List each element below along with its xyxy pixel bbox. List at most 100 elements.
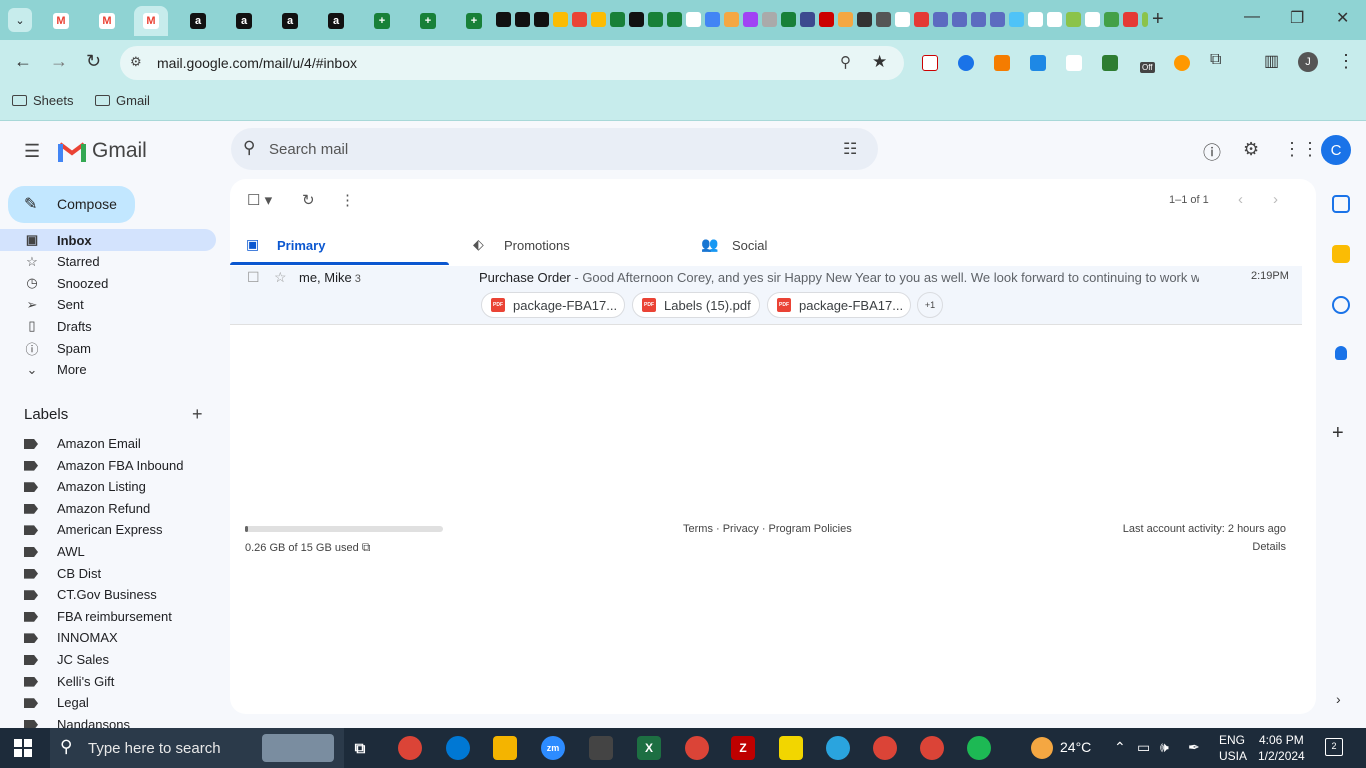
select-all-checkbox[interactable]: ☐ ▾ bbox=[247, 191, 272, 209]
tab-mini[interactable] bbox=[1123, 12, 1138, 27]
search-options-icon[interactable]: ☷ bbox=[843, 139, 857, 159]
tab-mini-amazon[interactable] bbox=[534, 12, 549, 27]
forward-button[interactable]: → bbox=[50, 51, 68, 72]
search-bar[interactable]: ⚲ Search mail ☷ bbox=[231, 128, 878, 170]
tab-mini-amazon[interactable] bbox=[496, 12, 511, 27]
show-hidden-icons[interactable]: ⌃ bbox=[1114, 739, 1126, 756]
start-button[interactable] bbox=[14, 739, 32, 757]
close-window-button[interactable]: ✕ bbox=[1336, 8, 1349, 28]
tab-mini[interactable] bbox=[762, 12, 777, 27]
sidebar-item-starred[interactable]: ☆ Starred bbox=[0, 251, 216, 273]
sidebar-item-snoozed[interactable]: ◷ Snoozed bbox=[0, 272, 216, 294]
label-item[interactable]: INNOMAX bbox=[0, 628, 216, 649]
tab-mini[interactable] bbox=[933, 12, 948, 27]
tab-amazon-1[interactable]: a bbox=[181, 6, 215, 36]
excel-icon[interactable]: X bbox=[637, 736, 661, 760]
tab-mini[interactable] bbox=[857, 12, 872, 27]
label-item[interactable]: Legal bbox=[0, 693, 216, 714]
label-item[interactable]: AWL bbox=[0, 542, 216, 563]
newer-page-icon[interactable]: ‹ bbox=[1238, 191, 1243, 208]
tab-mini-sheets[interactable] bbox=[667, 12, 682, 27]
extension-rs-icon[interactable] bbox=[1102, 55, 1118, 71]
tab-mini[interactable] bbox=[686, 12, 701, 27]
tab-mini[interactable] bbox=[819, 12, 834, 27]
tab-mini[interactable] bbox=[1009, 12, 1024, 27]
tab-mini[interactable] bbox=[705, 12, 720, 27]
help-icon[interactable]: ⓘ bbox=[1203, 139, 1221, 165]
label-item[interactable]: FBA reimbursement bbox=[0, 607, 216, 628]
tab-mini[interactable] bbox=[838, 12, 853, 27]
calendar-icon[interactable] bbox=[1332, 195, 1350, 213]
weather-icon[interactable] bbox=[1031, 737, 1053, 759]
search-icon[interactable]: ⚲ bbox=[243, 138, 255, 158]
refresh-icon[interactable]: ↻ bbox=[302, 191, 315, 209]
tab-gmail-active[interactable]: M bbox=[134, 6, 168, 36]
details-link[interactable]: Details bbox=[1252, 541, 1286, 553]
tab-mini[interactable] bbox=[952, 12, 967, 27]
calculator-icon[interactable] bbox=[589, 736, 613, 760]
site-info-icon[interactable]: ⚙ bbox=[130, 54, 142, 70]
sidebar-item-more[interactable]: ⌄ More bbox=[0, 359, 216, 381]
search-input[interactable]: Search mail bbox=[269, 141, 348, 158]
compose-button[interactable]: ✎ Compose bbox=[8, 186, 135, 223]
pen-icon[interactable]: ✒ bbox=[1188, 739, 1200, 756]
zoom-app-icon[interactable]: zm bbox=[541, 736, 565, 760]
sticky-notes-icon[interactable] bbox=[779, 736, 803, 760]
older-page-icon[interactable]: › bbox=[1273, 191, 1278, 208]
label-item[interactable]: Amazon FBA Inbound bbox=[0, 456, 216, 477]
notifications-icon[interactable]: 2 bbox=[1325, 738, 1343, 756]
footer-links[interactable]: Terms · Privacy · Program Policies bbox=[683, 523, 852, 535]
sidebar-item-inbox[interactable]: ▣ Inbox bbox=[0, 229, 216, 251]
add-label-button[interactable]: + bbox=[192, 404, 203, 425]
tab-mini[interactable] bbox=[971, 12, 986, 27]
weather-temp[interactable]: 24°C bbox=[1060, 739, 1091, 755]
zoom-icon[interactable]: ⚲ bbox=[840, 53, 851, 71]
row-checkbox[interactable]: ☐ bbox=[247, 269, 260, 286]
tab-mini-drive[interactable] bbox=[553, 12, 568, 27]
tab-social[interactable]: 👥 Social bbox=[685, 224, 905, 266]
tab-primary[interactable]: ▣ Primary bbox=[230, 224, 450, 266]
chrome-profile-icon[interactable] bbox=[873, 736, 897, 760]
tab-amazon-4[interactable]: a bbox=[319, 6, 353, 36]
restore-button[interactable]: ❐ bbox=[1290, 8, 1304, 28]
chrome-profile-icon[interactable] bbox=[685, 736, 709, 760]
tab-promotions[interactable]: ⬖ Promotions bbox=[457, 224, 677, 266]
tab-mini[interactable] bbox=[743, 12, 758, 27]
tasks-icon[interactable] bbox=[1332, 296, 1350, 314]
keep-icon[interactable] bbox=[1332, 245, 1350, 263]
tab-mini[interactable] bbox=[629, 12, 644, 27]
tab-mini-amazon[interactable] bbox=[515, 12, 530, 27]
extension-icon[interactable] bbox=[1066, 55, 1082, 71]
tab-mini[interactable] bbox=[800, 12, 815, 27]
edge-icon[interactable] bbox=[446, 736, 470, 760]
tab-gmail-2[interactable]: M bbox=[90, 6, 124, 36]
more-attachments-chip[interactable]: +1 bbox=[917, 292, 943, 318]
label-item[interactable]: Kelli's Gift bbox=[0, 672, 216, 693]
tab-mini[interactable] bbox=[895, 12, 910, 27]
volume-icon[interactable]: 🕪 bbox=[1160, 739, 1169, 756]
taskbar-search[interactable]: ⚲ Type here to search bbox=[50, 728, 344, 768]
tab-sheets-1[interactable]: + bbox=[365, 6, 399, 36]
language-indicator[interactable]: ENG USIA bbox=[1219, 732, 1247, 764]
contacts-icon[interactable] bbox=[1335, 346, 1347, 360]
open-external-icon[interactable]: ⧉ bbox=[362, 540, 371, 554]
profile-avatar[interactable]: J bbox=[1298, 52, 1318, 72]
account-avatar[interactable]: C bbox=[1321, 135, 1351, 165]
attachment-chip[interactable]: PDF package-FBA17... bbox=[767, 292, 911, 318]
tab-mini[interactable] bbox=[1085, 12, 1100, 27]
tab-mini[interactable] bbox=[1047, 12, 1062, 27]
main-menu-icon[interactable]: ☰ bbox=[24, 141, 40, 162]
browser-menu-icon[interactable]: ⋮ bbox=[1337, 51, 1355, 72]
settings-gear-icon[interactable]: ⚙ bbox=[1243, 139, 1259, 160]
sidebar-item-drafts[interactable]: ▯ Drafts bbox=[0, 315, 216, 337]
label-item[interactable]: Amazon Email bbox=[0, 434, 216, 455]
address-bar[interactable]: ⚙ mail.google.com/mail/u/4/#inbox ⚲ ★ bbox=[120, 46, 904, 80]
reload-button[interactable]: ↻ bbox=[86, 51, 101, 72]
apps-grid-icon[interactable]: ⋮⋮ bbox=[1283, 139, 1319, 160]
show-side-panel-icon[interactable]: › bbox=[1336, 691, 1341, 707]
tab-mini-drive[interactable] bbox=[591, 12, 606, 27]
side-panel-icon[interactable]: ▥ bbox=[1264, 51, 1279, 71]
extension-icon[interactable] bbox=[922, 55, 938, 71]
label-item[interactable]: JC Sales bbox=[0, 650, 216, 671]
tab-mini-gmail[interactable] bbox=[572, 12, 587, 27]
